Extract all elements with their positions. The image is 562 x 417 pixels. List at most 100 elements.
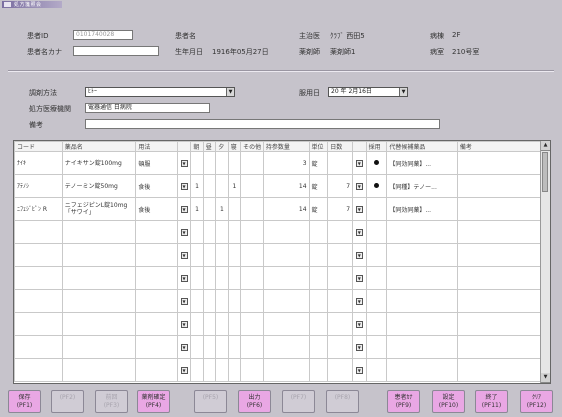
- empty-cell[interactable]: [202, 335, 217, 359]
- empty-cell[interactable]: [14, 335, 63, 359]
- empty-cell[interactable]: [215, 266, 229, 290]
- empty-cell[interactable]: [365, 220, 388, 244]
- table-row[interactable]: ﾅｲｷ ナイキサン錠100mg 頓服 ▼ 3 錠 ▼ 【同効同薬】...: [14, 151, 543, 175]
- empty-cell[interactable]: ▼: [176, 220, 192, 244]
- empty-cell[interactable]: [190, 243, 204, 267]
- cell-drug-name[interactable]: ナイキサン錠100mg: [61, 151, 137, 175]
- cell-dropdown-icon[interactable]: ▼: [355, 251, 363, 259]
- empty-cell[interactable]: [327, 312, 354, 336]
- cell-alternative[interactable]: 【同種】テノー...: [386, 174, 458, 198]
- empty-cell[interactable]: [227, 289, 242, 313]
- table-row[interactable]: ▼ ▼: [14, 220, 543, 244]
- cell-remarks[interactable]: [456, 197, 543, 221]
- cell-days[interactable]: [327, 151, 354, 175]
- empty-cell[interactable]: [456, 335, 543, 359]
- table-row[interactable]: ▼ ▼: [14, 289, 543, 313]
- cell-drug-name[interactable]: ニフェジピンL錠10mg「サワイ」: [61, 197, 137, 221]
- empty-cell[interactable]: [365, 243, 388, 267]
- empty-cell[interactable]: [386, 358, 458, 382]
- empty-cell[interactable]: [456, 266, 543, 290]
- empty-cell[interactable]: ▼: [176, 312, 192, 336]
- function-key-pf12[interactable]: ｸﾘｱ (PF12): [520, 390, 553, 413]
- cell-quantity[interactable]: 14: [262, 174, 310, 198]
- empty-cell[interactable]: [14, 243, 63, 267]
- function-key-pf9[interactable]: 患者ｶﾅ (PF9): [387, 390, 420, 413]
- empty-cell[interactable]: [240, 243, 264, 267]
- empty-cell[interactable]: [215, 243, 229, 267]
- cell-days[interactable]: 7: [327, 174, 354, 198]
- chevron-down-icon[interactable]: ▼: [226, 88, 234, 96]
- cell-dropdown-icon[interactable]: ▼: [355, 366, 363, 374]
- empty-cell[interactable]: [456, 312, 543, 336]
- empty-cell[interactable]: [227, 312, 242, 336]
- empty-cell[interactable]: [135, 289, 178, 313]
- empty-cell[interactable]: [240, 289, 264, 313]
- empty-cell[interactable]: ▼: [176, 289, 192, 313]
- empty-cell[interactable]: [190, 289, 204, 313]
- empty-cell[interactable]: [327, 335, 354, 359]
- empty-cell[interactable]: [190, 358, 204, 382]
- cell-dropdown-icon[interactable]: ▼: [355, 297, 363, 305]
- cell-unit[interactable]: 錠: [308, 197, 329, 221]
- cell-code[interactable]: ﾅｲｷ: [14, 151, 63, 175]
- table-row[interactable]: ▼ ▼: [14, 266, 543, 290]
- cell-dropdown-icon[interactable]: ▼: [355, 274, 363, 282]
- empty-cell[interactable]: [202, 220, 217, 244]
- function-key-pf6[interactable]: 出力 (PF6): [238, 390, 271, 413]
- empty-cell[interactable]: [61, 289, 137, 313]
- cell-days-dropdown[interactable]: ▼: [352, 197, 367, 221]
- cell-quantity[interactable]: 14: [262, 197, 310, 221]
- empty-cell[interactable]: ▼: [176, 335, 192, 359]
- function-key-pf3[interactable]: 前回 (PF3): [95, 390, 128, 413]
- empty-cell[interactable]: ▼: [352, 289, 367, 313]
- empty-cell[interactable]: [14, 289, 63, 313]
- empty-cell[interactable]: [14, 312, 63, 336]
- table-row[interactable]: ▼ ▼: [14, 312, 543, 336]
- empty-cell[interactable]: [456, 243, 543, 267]
- empty-cell[interactable]: [202, 266, 217, 290]
- cell-usage-dropdown[interactable]: ▼: [176, 174, 192, 198]
- empty-cell[interactable]: [61, 358, 137, 382]
- empty-cell[interactable]: [14, 266, 63, 290]
- cell-evening[interactable]: [215, 174, 229, 198]
- cell-noon[interactable]: [202, 197, 217, 221]
- table-row[interactable]: ▼ ▼: [14, 335, 543, 359]
- empty-cell[interactable]: [202, 289, 217, 313]
- cell-dropdown-icon[interactable]: ▼: [180, 182, 188, 190]
- empty-cell[interactable]: [386, 335, 458, 359]
- empty-cell[interactable]: ▼: [352, 358, 367, 382]
- empty-cell[interactable]: [215, 220, 229, 244]
- empty-cell[interactable]: [240, 358, 264, 382]
- empty-cell[interactable]: [227, 358, 242, 382]
- cell-dropdown-icon[interactable]: ▼: [180, 251, 188, 259]
- empty-cell[interactable]: [190, 335, 204, 359]
- empty-cell[interactable]: [61, 312, 137, 336]
- facility-field[interactable]: 電器通信 日病院: [85, 103, 210, 113]
- cell-dropdown-icon[interactable]: ▼: [180, 320, 188, 328]
- cell-remarks[interactable]: [456, 151, 543, 175]
- patient-id-field[interactable]: 0101740028: [73, 30, 133, 40]
- chevron-down-icon[interactable]: ▼: [399, 88, 407, 96]
- cell-dropdown-icon[interactable]: ▼: [355, 205, 363, 213]
- cell-dropdown-icon[interactable]: ▼: [355, 228, 363, 236]
- empty-cell[interactable]: [190, 266, 204, 290]
- date-select[interactable]: 20 年 2月16日 ▼: [328, 87, 408, 97]
- empty-cell[interactable]: [308, 220, 329, 244]
- empty-cell[interactable]: [456, 358, 543, 382]
- empty-cell[interactable]: [135, 312, 178, 336]
- empty-cell[interactable]: [227, 266, 242, 290]
- cell-other[interactable]: [240, 197, 264, 221]
- empty-cell[interactable]: [262, 289, 310, 313]
- method-select[interactable]: ﾋﾄｰ ▼: [85, 87, 235, 97]
- empty-cell[interactable]: [240, 266, 264, 290]
- empty-cell[interactable]: [365, 312, 388, 336]
- empty-cell[interactable]: [386, 289, 458, 313]
- empty-cell[interactable]: [456, 289, 543, 313]
- empty-cell[interactable]: [308, 312, 329, 336]
- empty-cell[interactable]: [190, 220, 204, 244]
- function-key-pf10[interactable]: 設定 (PF10): [432, 390, 465, 413]
- empty-cell[interactable]: [227, 335, 242, 359]
- empty-cell[interactable]: [227, 220, 242, 244]
- cell-dropdown-icon[interactable]: ▼: [355, 343, 363, 351]
- cell-evening[interactable]: 1: [215, 197, 229, 221]
